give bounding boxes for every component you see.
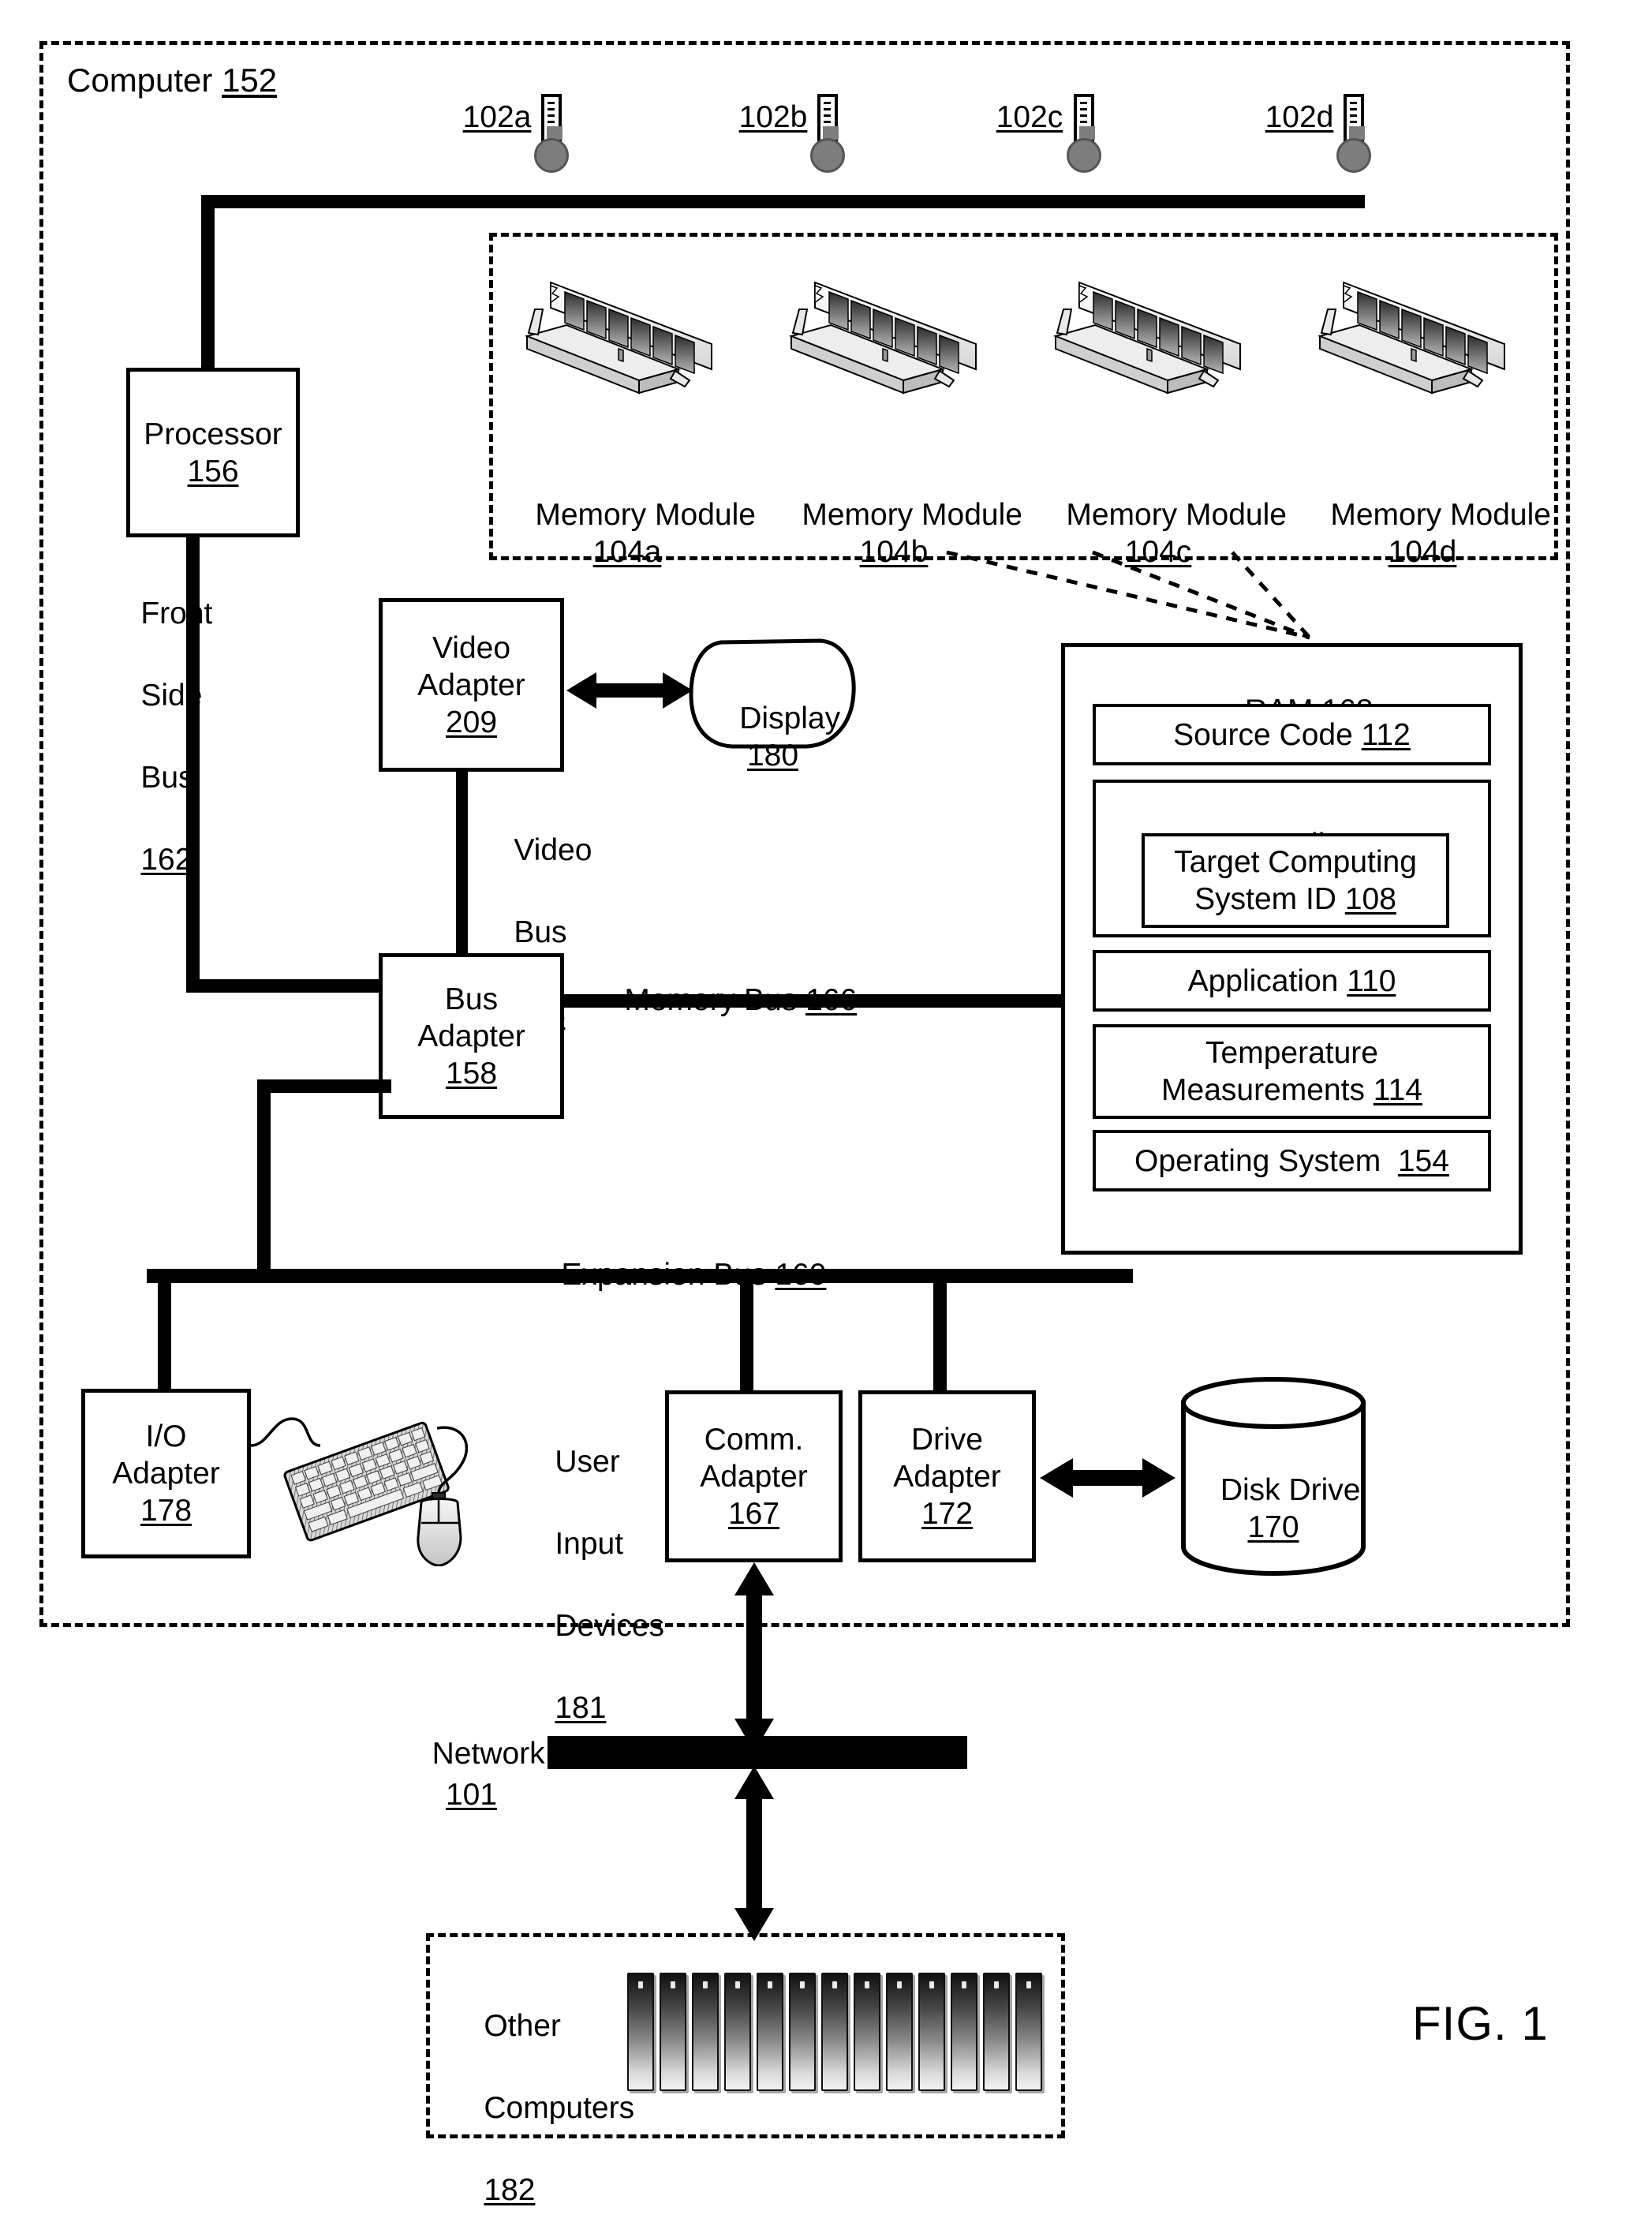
network-bar (548, 1736, 967, 1769)
front-side-bus-elbow (186, 979, 383, 993)
sensor-bus-vertical-drop (201, 195, 215, 368)
server-unit (1015, 1973, 1042, 2091)
memory-bus-label: Memory Bus 166 (624, 983, 858, 1017)
drive-adapter-ref: 172 (921, 1496, 974, 1531)
bus-adapter-ref: 158 (445, 1056, 498, 1090)
sensor-bus-horizontal (201, 195, 1365, 208)
bus-adapter-label-line2: Adapter (417, 1019, 525, 1053)
video-adapter-ref: 209 (445, 705, 498, 739)
drive-disk-arrow (1040, 1453, 1175, 1502)
ram-item-operating-system: Operating System 154 (1093, 1130, 1491, 1191)
comm-adapter-box[interactable]: Comm. Adapter 167 (665, 1390, 843, 1562)
sensor-label-102b: 102b (738, 100, 808, 134)
network-to-others-arrow (730, 1766, 779, 1941)
keyboard-and-mouse-icon (251, 1397, 523, 1566)
server-unit (951, 1973, 977, 2091)
server-rack-icon (627, 1973, 1042, 2091)
processor-box[interactable]: Processor 156 (126, 368, 300, 537)
server-unit (983, 1973, 1010, 2091)
dimm-memory-module-icon (1049, 260, 1262, 410)
memory-module-caption-104a: Memory Module 104a (535, 498, 756, 569)
comm-adapter-ref: 167 (727, 1496, 780, 1531)
server-unit (660, 1973, 686, 2091)
io-adapter-ref: 178 (140, 1494, 192, 1528)
front-side-bus-label: Front Side Bus 162 (140, 597, 213, 877)
dimm-memory-module-icon (785, 260, 998, 410)
io-adapter-label-line1: I/O (145, 1420, 187, 1453)
comm-to-network-arrow (730, 1562, 779, 1752)
dimm-memory-module-icon (521, 260, 734, 410)
video-adapter-box[interactable]: Video Adapter 209 (379, 598, 564, 772)
computer-ref: 152 (222, 62, 278, 99)
drive-adapter-box[interactable]: Drive Adapter 172 (858, 1390, 1036, 1562)
server-unit (789, 1973, 816, 2091)
video-display-arrow (566, 667, 693, 714)
network-label: Network 101 (432, 1737, 545, 1812)
ram-item-temperature-measurements: Temperature Measurements 114 (1093, 1024, 1491, 1119)
sensor-label-102d: 102d (1265, 100, 1334, 134)
processor-label: Processor (144, 417, 282, 451)
figure-canvas: Computer 152 102a 102b 102c 102d Memory … (0, 0, 1652, 2237)
comm-adapter-label-line1: Comm. (704, 1422, 804, 1457)
server-unit (724, 1973, 751, 2091)
ram-item-compiler: Compiler 106 Target Computing System ID … (1093, 780, 1491, 937)
video-adapter-label-line1: Video (432, 630, 511, 665)
disk-drive-label: Disk Drive 170 (1220, 1473, 1361, 1544)
server-unit (918, 1973, 945, 2091)
memory-module-caption-104d: Memory Module 104d (1330, 498, 1551, 569)
server-unit (692, 1973, 719, 2091)
sensor-label-102a: 102a (462, 100, 532, 134)
bus-adapter-to-expansion-elbow-h (257, 1079, 391, 1093)
drive-adapter-label-line2: Adapter (893, 1459, 1001, 1494)
bus-adapter-box[interactable]: Bus Adapter 158 (379, 953, 564, 1119)
io-adapter-label-line2: Adapter (112, 1457, 220, 1491)
figure-caption: FIG. 1 (1412, 1997, 1549, 2050)
expansion-bus-line (147, 1269, 1133, 1283)
server-unit (627, 1973, 654, 2091)
sensor-label-102c: 102c (996, 100, 1063, 134)
other-computers-label: Other Computers 182 (484, 2009, 635, 2207)
bus-adapter-label-line1: Bus (444, 982, 499, 1016)
bus-adapter-to-expansion-elbow-v (257, 1079, 271, 1283)
ram-item-source-code: Source Code 112 (1093, 704, 1491, 765)
processor-ref: 156 (187, 454, 239, 488)
drive-adapter-label-line1: Drive (910, 1422, 983, 1457)
ram-item-target-computing-system-id: Target Computing System ID 108 (1142, 833, 1449, 928)
expansion-leg-comm-adapter (740, 1269, 753, 1391)
io-adapter-box[interactable]: I/O Adapter 178 (81, 1389, 251, 1558)
server-unit (821, 1973, 848, 2091)
video-bus-line (456, 772, 468, 957)
expansion-leg-drive-adapter (933, 1269, 947, 1391)
server-unit (854, 1973, 880, 2091)
video-adapter-label-line2: Adapter (417, 668, 525, 702)
server-unit (886, 1973, 913, 2091)
computer-label: Computer 152 (67, 62, 278, 99)
dimm-memory-module-icon (1314, 260, 1527, 410)
server-unit (757, 1973, 783, 2091)
expansion-leg-io-adapter (158, 1269, 171, 1391)
display-label: Display 180 (739, 701, 841, 772)
comm-adapter-label-line2: Adapter (700, 1459, 808, 1494)
memory-to-ram-leaders (946, 550, 1311, 640)
ram-item-application: Application 110 (1093, 950, 1491, 1012)
